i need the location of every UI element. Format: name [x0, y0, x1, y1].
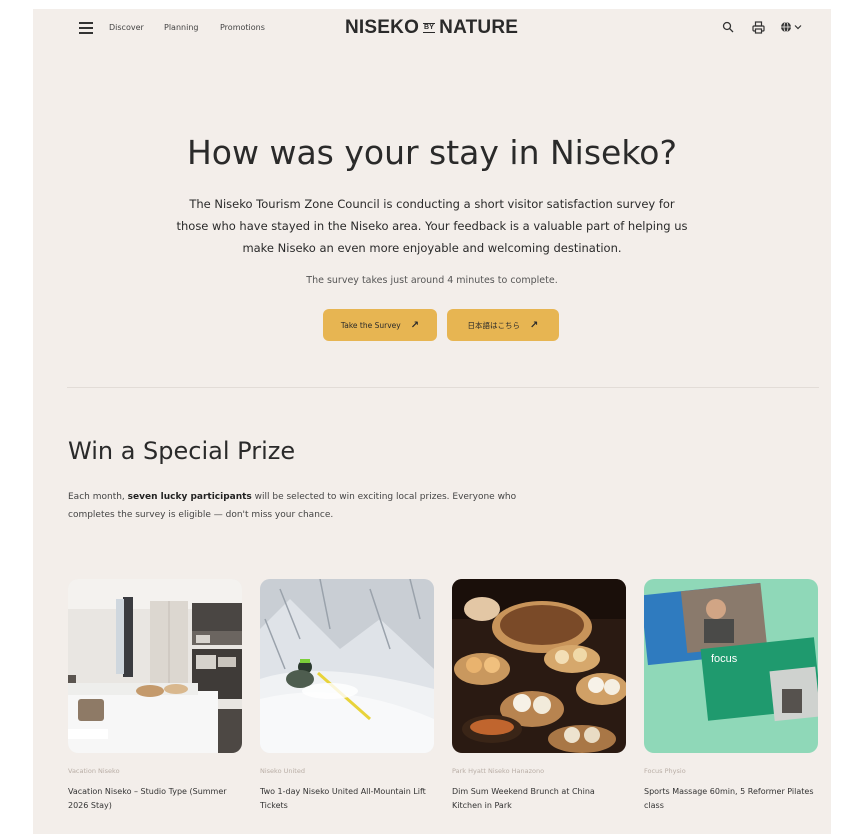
site-logo[interactable]: NISEKO BY NATURE	[345, 17, 518, 39]
survey-duration-note: The survey takes just around 4 minutes t…	[306, 275, 558, 286]
logo-left: NISEKO	[345, 17, 420, 38]
prize-name[interactable]: Sports Massage 60min, 5 Reformer Pilates…	[644, 785, 818, 813]
prize-description: Each month, seven lucky participants wil…	[68, 488, 528, 524]
prize-name[interactable]: Vacation Niseko – Studio Type (Summer 20…	[68, 785, 242, 813]
nav-planning[interactable]: Planning	[164, 23, 198, 32]
japanese-survey-label: 日本語はこちら	[467, 320, 521, 330]
nav-discover[interactable]: Discover	[109, 23, 144, 32]
prize-image-massage[interactable]: focus	[644, 579, 818, 753]
nav-promotions[interactable]: Promotions	[220, 23, 265, 32]
globe-icon[interactable]	[779, 20, 793, 34]
arrow-up-right-icon: ↗	[410, 319, 420, 331]
printer-icon[interactable]	[751, 20, 765, 34]
logo-right: NATURE	[439, 17, 519, 38]
hero-title: How was your stay in Niseko?	[186, 133, 677, 172]
prize-provider: Focus Physio	[644, 767, 686, 775]
take-survey-button[interactable]: Take the Survey ↗	[323, 309, 437, 341]
logo-by: BY	[423, 23, 436, 33]
prize-text-pre: Each month,	[68, 492, 128, 502]
section-divider	[67, 387, 819, 388]
chevron-down-icon[interactable]	[793, 20, 803, 34]
japanese-survey-button[interactable]: 日本語はこちら ↗	[447, 309, 559, 341]
prize-image-studio[interactable]	[68, 579, 242, 753]
focus-logo: focus	[711, 653, 738, 665]
prize-card[interactable]: Vacation Niseko Vacation Niseko – Studio…	[68, 579, 242, 813]
prize-image-skier[interactable]	[260, 579, 434, 753]
prize-text-highlight: seven lucky participants	[127, 492, 252, 502]
prize-image-dim-sum[interactable]	[452, 579, 626, 753]
prize-provider: Park Hyatt Niseko Hanazono	[452, 767, 545, 775]
prize-name[interactable]: Two 1-day Niseko United All-Mountain Lif…	[260, 785, 434, 813]
prize-card[interactable]: Park Hyatt Niseko Hanazono Dim Sum Weeke…	[452, 579, 626, 813]
search-icon[interactable]	[721, 20, 735, 34]
page: Discover Planning Promotions NISEKO BY NAT…	[33, 9, 831, 834]
prize-provider: Niseko United	[260, 767, 305, 775]
arrow-up-right-icon: ↗	[530, 319, 539, 331]
menu-icon[interactable]	[79, 22, 93, 34]
take-survey-label: Take the Survey	[340, 320, 401, 330]
site-header: Discover Planning Promotions NISEKO BY NAT…	[33, 9, 831, 49]
prize-name[interactable]: Dim Sum Weekend Brunch at China Kitchen …	[452, 785, 626, 813]
hero-description: The Niseko Tourism Zone Council is condu…	[176, 197, 688, 255]
prize-section-title: Win a Special Prize	[68, 437, 296, 465]
prize-card[interactable]: Niseko United Two 1-day Niseko United Al…	[260, 579, 434, 813]
prize-provider: Vacation Niseko	[68, 767, 120, 775]
prize-card[interactable]: focus Focus Physio Sports Massage 60min,…	[644, 579, 818, 813]
